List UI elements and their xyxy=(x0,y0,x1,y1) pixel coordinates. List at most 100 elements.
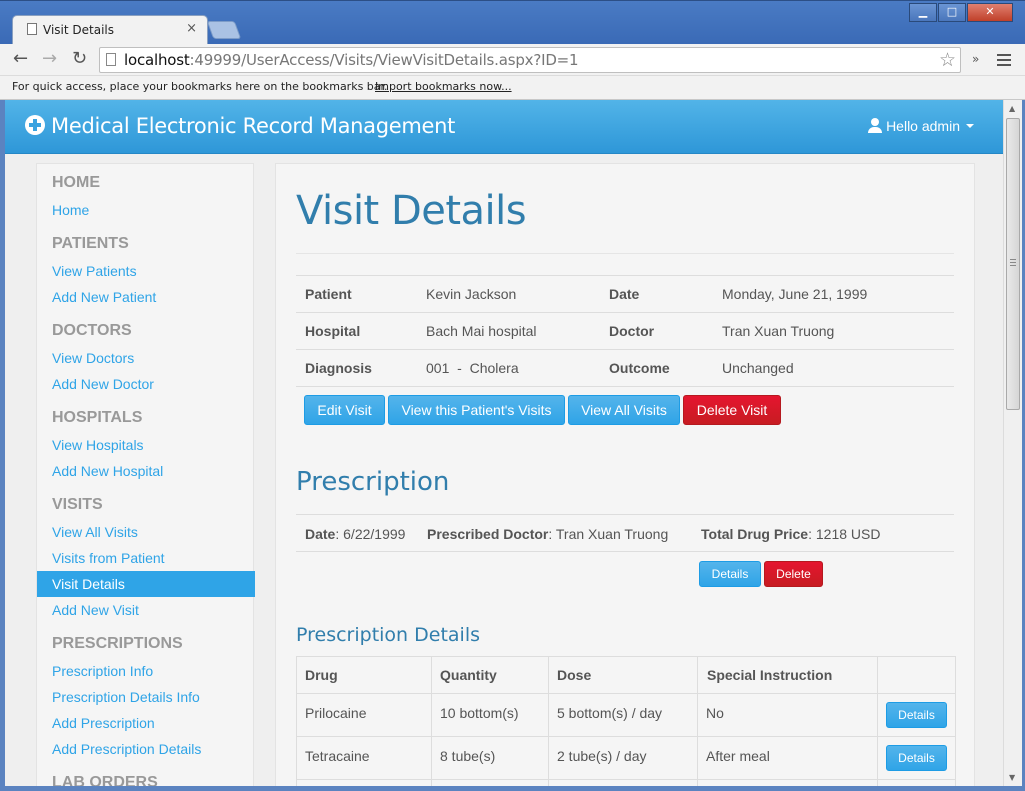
brand-title: Medical Electronic Record Management xyxy=(51,114,456,138)
prescription-heading: Prescription xyxy=(296,467,450,497)
prescription-delete-button[interactable]: Delete xyxy=(764,561,823,587)
user-menu[interactable]: Hello admin xyxy=(868,118,974,134)
diagnosis-label: Diagnosis xyxy=(305,360,372,376)
app-navbar: Medical Electronic Record Management Hel… xyxy=(5,100,1003,154)
sidebar-header-lab-orders: LAB ORDERS xyxy=(52,774,158,786)
sidebar-item-view-all-visits[interactable]: View All Visits xyxy=(52,524,138,540)
browser-titlebar: Visit Details × ▁ □ ✕ xyxy=(0,0,1025,45)
new-tab-button[interactable] xyxy=(206,21,242,39)
address-bar[interactable]: localhost:49999/UserAccess/Visits/ViewVi… xyxy=(99,47,961,73)
bookmark-star-icon[interactable]: ☆ xyxy=(939,49,956,72)
sidebar-item-add-prescription-details[interactable]: Add Prescription Details xyxy=(52,741,201,757)
outcome-value: Unchanged xyxy=(722,360,794,376)
extensions-chevron-icon[interactable]: » xyxy=(972,52,979,66)
user-icon xyxy=(868,118,883,133)
sidebar-item-visits-from-patient[interactable]: Visits from Patient xyxy=(52,550,165,566)
total-drug-price: Total Drug Price: 1218 USD xyxy=(701,526,880,542)
sidebar-item-prescription-details-info[interactable]: Prescription Details Info xyxy=(52,689,200,705)
row-details-button[interactable]: Details xyxy=(886,702,947,728)
sidebar-item-add-doctor[interactable]: Add New Doctor xyxy=(52,376,154,392)
sidebar-item-add-visit[interactable]: Add New Visit xyxy=(52,602,139,618)
sidebar-header-prescriptions: PRESCRIPTIONS xyxy=(52,635,183,652)
brand-link[interactable]: Medical Electronic Record Management xyxy=(25,114,455,138)
url-host: localhost xyxy=(124,51,190,69)
column-header-special-instruction: Special Instruction xyxy=(707,667,833,683)
sidebar-item-prescription-info[interactable]: Prescription Info xyxy=(52,663,153,679)
title-divider xyxy=(296,253,954,254)
patient-value: Kevin Jackson xyxy=(426,286,517,302)
close-tab-icon[interactable]: × xyxy=(186,21,197,36)
cell-dose: 2 tube(s) / day xyxy=(557,748,647,764)
reload-icon[interactable]: ↻ xyxy=(72,50,87,68)
prescription-details-heading: Prescription Details xyxy=(296,624,481,646)
doctor-label: Doctor xyxy=(609,323,655,339)
cell-drug: Prilocaine xyxy=(305,705,367,721)
browser-menu-icon[interactable] xyxy=(997,54,1011,69)
prescription-details-button[interactable]: Details xyxy=(699,561,761,587)
row-details-button[interactable]: Details xyxy=(886,745,947,771)
browser-tab[interactable]: Visit Details × xyxy=(12,15,208,45)
sidebar-header-home: HOME xyxy=(52,174,100,191)
column-header-quantity: Quantity xyxy=(440,667,497,683)
row-divider xyxy=(296,349,954,350)
user-menu-label: Hello admin xyxy=(886,118,960,134)
window-frame xyxy=(0,786,1025,791)
patient-label: Patient xyxy=(305,286,352,302)
prescribed-doctor-label: Prescribed Doctor xyxy=(427,526,549,542)
maximize-button[interactable]: □ xyxy=(938,3,966,22)
hospital-label: Hospital xyxy=(305,323,361,339)
sidebar-item-view-patients[interactable]: View Patients xyxy=(52,263,137,279)
bookmarks-message: For quick access, place your bookmarks h… xyxy=(12,80,388,93)
date-value: Monday, June 21, 1999 xyxy=(722,286,868,302)
grip-icon xyxy=(1010,259,1016,268)
minimize-button[interactable]: ▁ xyxy=(909,3,937,22)
page-viewport: Medical Electronic Record Management Hel… xyxy=(5,100,1003,786)
prescribed-doctor-value: : Tran Xuan Truong xyxy=(548,526,669,542)
sidebar-item-view-doctors[interactable]: View Doctors xyxy=(52,350,134,366)
sidebar-header-patients: PATIENTS xyxy=(52,235,129,252)
sidebar: HOME Home PATIENTS View Patients Add New… xyxy=(36,163,255,786)
scrollbar-thumb[interactable] xyxy=(1006,118,1020,410)
caret-down-icon xyxy=(966,124,974,128)
page-title: Visit Details xyxy=(296,188,527,234)
cell-quantity: 8 tube(s) xyxy=(440,748,496,764)
back-icon[interactable]: ← xyxy=(13,50,28,68)
scroll-up-icon[interactable]: ▲ xyxy=(1009,104,1015,113)
cell-special-instruction: No xyxy=(706,705,724,721)
table-row xyxy=(297,779,955,786)
close-window-button[interactable]: ✕ xyxy=(967,3,1013,22)
page-icon xyxy=(27,23,37,35)
browser-toolbar: ← → ↻ localhost:49999/UserAccess/Visits/… xyxy=(0,44,1025,76)
diagnosis-value: 001 - Cholera xyxy=(426,360,519,376)
sidebar-item-add-hospital[interactable]: Add New Hospital xyxy=(52,463,163,479)
row-divider xyxy=(296,386,954,387)
sidebar-item-view-hospitals[interactable]: View Hospitals xyxy=(52,437,144,453)
vertical-scrollbar[interactable]: ▲ ▼ xyxy=(1003,100,1022,786)
view-all-visits-button[interactable]: View All Visits xyxy=(568,395,680,425)
column-header-dose: Dose xyxy=(557,667,592,683)
view-patient-visits-button[interactable]: View this Patient's Visits xyxy=(388,395,565,425)
forward-icon[interactable]: → xyxy=(42,50,57,68)
row-divider xyxy=(296,312,954,313)
window-frame xyxy=(0,100,5,791)
sidebar-item-home[interactable]: Home xyxy=(52,202,89,218)
main-panel: Visit Details Patient Kevin Jackson Date… xyxy=(275,163,975,786)
sidebar-item-visit-details[interactable]: Visit Details xyxy=(37,571,255,597)
sidebar-item-add-patient[interactable]: Add New Patient xyxy=(52,289,156,305)
total-drug-price-value: : 1218 USD xyxy=(808,526,881,542)
prescription-details-table: Drug Quantity Dose Special Instruction P… xyxy=(296,656,956,786)
tab-title: Visit Details xyxy=(43,23,114,37)
scroll-down-icon[interactable]: ▼ xyxy=(1009,773,1015,782)
sidebar-header-doctors: DOCTORS xyxy=(52,322,132,339)
sidebar-item-add-prescription[interactable]: Add Prescription xyxy=(52,715,155,731)
delete-visit-button[interactable]: Delete Visit xyxy=(683,395,781,425)
import-bookmarks-link[interactable]: Import bookmarks now... xyxy=(375,80,512,93)
table-row: Tetracaine 8 tube(s) 2 tube(s) / day Aft… xyxy=(297,736,955,779)
sidebar-item-label: Visit Details xyxy=(52,576,125,592)
medical-plus-icon xyxy=(25,115,45,135)
edit-visit-button[interactable]: Edit Visit xyxy=(304,395,385,425)
sidebar-header-hospitals: HOSPITALS xyxy=(52,409,143,426)
window-controls: ▁ □ ✕ xyxy=(909,3,1013,22)
total-drug-price-label: Total Drug Price xyxy=(701,526,809,542)
date-label: Date xyxy=(609,286,640,302)
